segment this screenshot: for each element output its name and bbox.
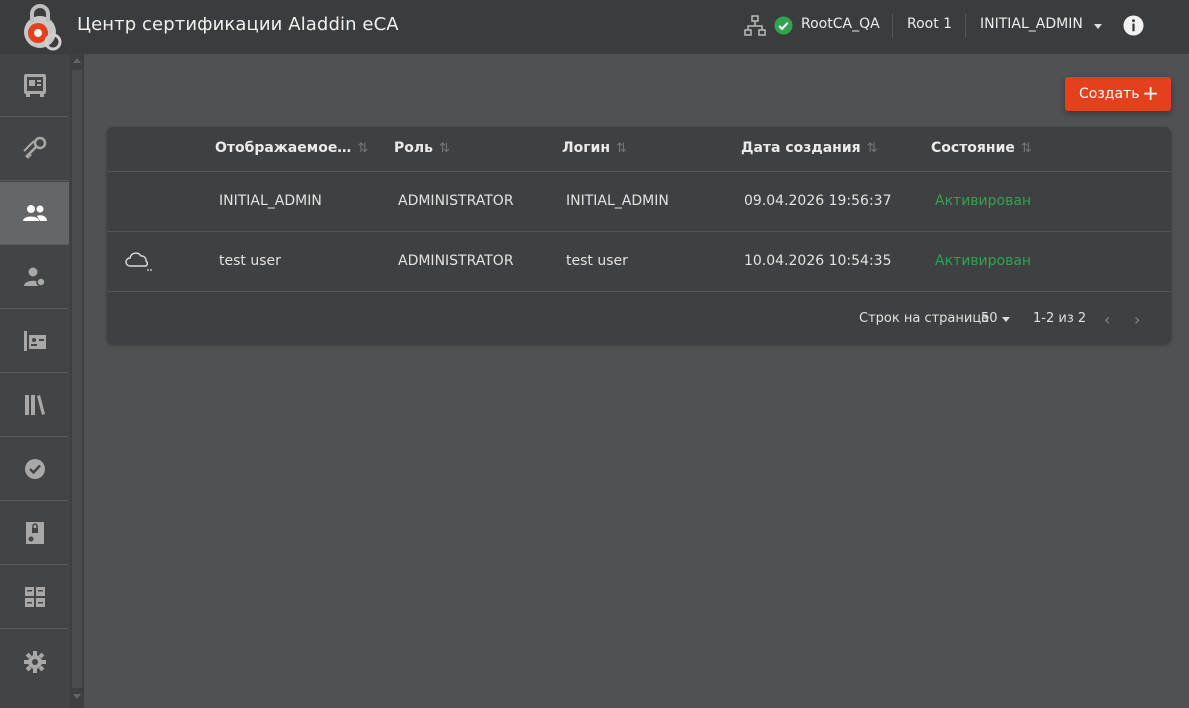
sidebar-item-safe[interactable]: [0, 54, 69, 117]
safe-icon: [23, 74, 46, 97]
sidebar-scroll-thumb[interactable]: [72, 70, 82, 688]
gear-icon: [23, 650, 46, 673]
sort-icon[interactable]: ⇅: [1021, 141, 1032, 156]
cell-created: 10.04.2026 10:54:35: [744, 253, 892, 269]
column-header-login[interactable]: Логин ⇅: [562, 140, 627, 156]
user-menu-button[interactable]: INITIAL_ADMIN: [980, 16, 1083, 32]
sort-icon[interactable]: ⇅: [867, 141, 878, 156]
sort-icon[interactable]: ⇅: [357, 141, 368, 156]
create-button-label: Создать: [1079, 86, 1140, 102]
users-table: Отображаемое… ⇅ Роль ⇅ Логин ⇅ Дата создани…: [107, 127, 1171, 344]
cloud-icon: [125, 252, 152, 271]
header-divider: [892, 14, 893, 38]
table-row[interactable]: INITIAL_ADMIN ADMINISTRATOR INITIAL_ADMI…: [107, 172, 1171, 232]
cell-login: test user: [566, 253, 628, 269]
cell-status: Активирован: [935, 193, 1032, 209]
status-ok-icon: [774, 16, 793, 35]
column-header-role[interactable]: Роль ⇅: [394, 140, 450, 156]
sidebar-item-settings[interactable]: [0, 630, 69, 693]
lock-document-icon: [25, 522, 44, 544]
ca-name[interactable]: RootCA_QA: [801, 16, 880, 32]
scroll-up-icon[interactable]: [73, 58, 81, 63]
create-button[interactable]: Создать +: [1065, 77, 1171, 111]
sidebar-item-secure-docs[interactable]: [0, 502, 69, 565]
chevron-down-icon[interactable]: [1094, 24, 1102, 29]
sidebar-item-user-certificate[interactable]: [0, 246, 69, 309]
ca-level: Root 1: [907, 16, 953, 32]
app-header: Центр сертификации Aladdin eCA RootCA_QA…: [0, 0, 1189, 54]
aladdin-logo-icon[interactable]: [20, 2, 64, 52]
chevron-down-icon[interactable]: [1002, 317, 1010, 322]
users-icon: [22, 205, 47, 221]
sidebar-item-keys[interactable]: [0, 118, 69, 181]
column-header-status[interactable]: Состояние ⇅: [931, 140, 1032, 156]
user-certificate-icon: [23, 267, 46, 287]
library-icon: [24, 395, 45, 415]
sort-icon[interactable]: ⇅: [616, 141, 627, 156]
table-row[interactable]: test user ADMINISTRATOR test user 10.04.…: [107, 232, 1171, 292]
info-icon[interactable]: [1123, 15, 1144, 36]
app-title: Центр сертификации Aladdin eCA: [77, 14, 399, 35]
grid-settings-icon: [24, 587, 45, 607]
table-header: Отображаемое… ⇅ Роль ⇅ Логин ⇅ Дата создани…: [107, 127, 1171, 172]
chevron-right-icon[interactable]: ›: [1134, 310, 1140, 329]
cell-display-name: test user: [219, 253, 281, 269]
rows-per-page-label: Строк на странице: [859, 311, 990, 326]
sidebar-item-contacts[interactable]: [0, 310, 69, 373]
cell-role: ADMINISTRATOR: [398, 253, 514, 269]
sort-icon[interactable]: ⇅: [439, 141, 450, 156]
header-divider: [965, 14, 966, 38]
page-range: 1-2 из 2: [1033, 311, 1087, 326]
cell-status: Активирован: [935, 253, 1032, 269]
cell-login: INITIAL_ADMIN: [566, 193, 669, 209]
sidebar-item-dashboard[interactable]: [0, 566, 69, 629]
sidebar-nav: [0, 54, 70, 708]
cell-role: ADMINISTRATOR: [398, 193, 514, 209]
cell-created: 09.04.2026 19:56:37: [744, 193, 892, 209]
plus-icon: +: [1142, 81, 1159, 105]
network-topology-icon[interactable]: [744, 15, 766, 37]
sidebar-item-users[interactable]: [0, 182, 69, 245]
cell-display-name: INITIAL_ADMIN: [219, 193, 322, 209]
check-seal-icon: [24, 459, 45, 479]
table-pagination: Строк на странице 50 1-2 из 2 ‹ ›: [107, 293, 1171, 344]
keys-icon: [22, 136, 46, 159]
column-header-display-name[interactable]: Отображаемое… ⇅: [215, 140, 368, 156]
column-header-created[interactable]: Дата создания ⇅: [741, 140, 878, 156]
sidebar-item-verification[interactable]: [0, 438, 69, 501]
rows-per-page-select[interactable]: 50: [981, 311, 998, 326]
chevron-left-icon[interactable]: ‹: [1104, 310, 1110, 329]
contacts-icon: [23, 331, 46, 351]
sidebar-item-library[interactable]: [0, 374, 69, 437]
scroll-down-icon[interactable]: [73, 694, 81, 699]
